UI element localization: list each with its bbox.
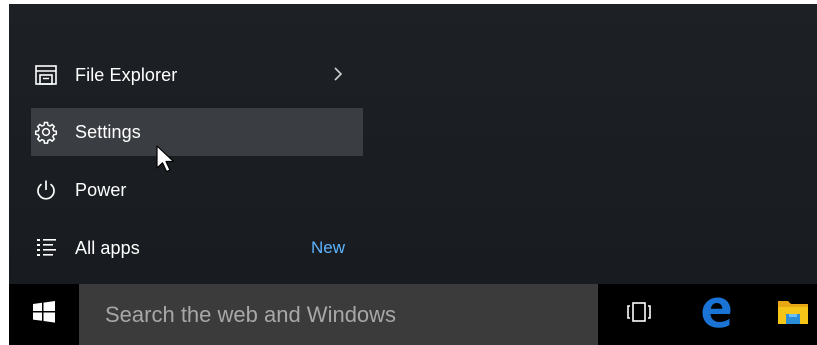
edge-icon bbox=[699, 295, 733, 334]
task-view-button[interactable] bbox=[615, 284, 663, 345]
all-apps-icon bbox=[34, 236, 58, 260]
edge-taskbar-button[interactable] bbox=[692, 284, 740, 345]
start-menu-item-file-explorer[interactable]: File Explorer bbox=[31, 51, 363, 99]
search-placeholder: Search the web and Windows bbox=[105, 301, 397, 327]
taskbar: Search the web and Windows bbox=[9, 284, 817, 345]
start-menu-item-power[interactable]: Power bbox=[31, 166, 363, 214]
gear-icon bbox=[34, 120, 58, 144]
chevron-right-icon[interactable] bbox=[331, 65, 345, 83]
mouse-cursor-icon bbox=[155, 144, 177, 174]
task-view-icon bbox=[625, 301, 653, 328]
screen: File Explorer Settings Power All apps Ne… bbox=[0, 0, 817, 345]
start-menu-item-label: All apps bbox=[75, 237, 140, 258]
start-menu-item-settings[interactable]: Settings bbox=[31, 108, 363, 156]
file-explorer-taskbar-button[interactable] bbox=[769, 284, 817, 345]
start-menu: File Explorer Settings Power All apps Ne… bbox=[9, 4, 817, 284]
start-menu-item-label: Power bbox=[75, 179, 127, 200]
start-menu-item-label: Settings bbox=[75, 121, 141, 142]
power-icon bbox=[34, 178, 58, 202]
start-menu-item-all-apps[interactable]: All apps New bbox=[31, 224, 363, 272]
search-box[interactable]: Search the web and Windows bbox=[79, 284, 598, 345]
new-badge: New bbox=[310, 238, 345, 257]
start-menu-item-label: File Explorer bbox=[75, 64, 178, 85]
windows-logo-icon bbox=[32, 300, 56, 329]
file-explorer-icon bbox=[776, 297, 810, 332]
file-explorer-icon bbox=[34, 63, 58, 87]
start-button[interactable] bbox=[9, 284, 79, 345]
